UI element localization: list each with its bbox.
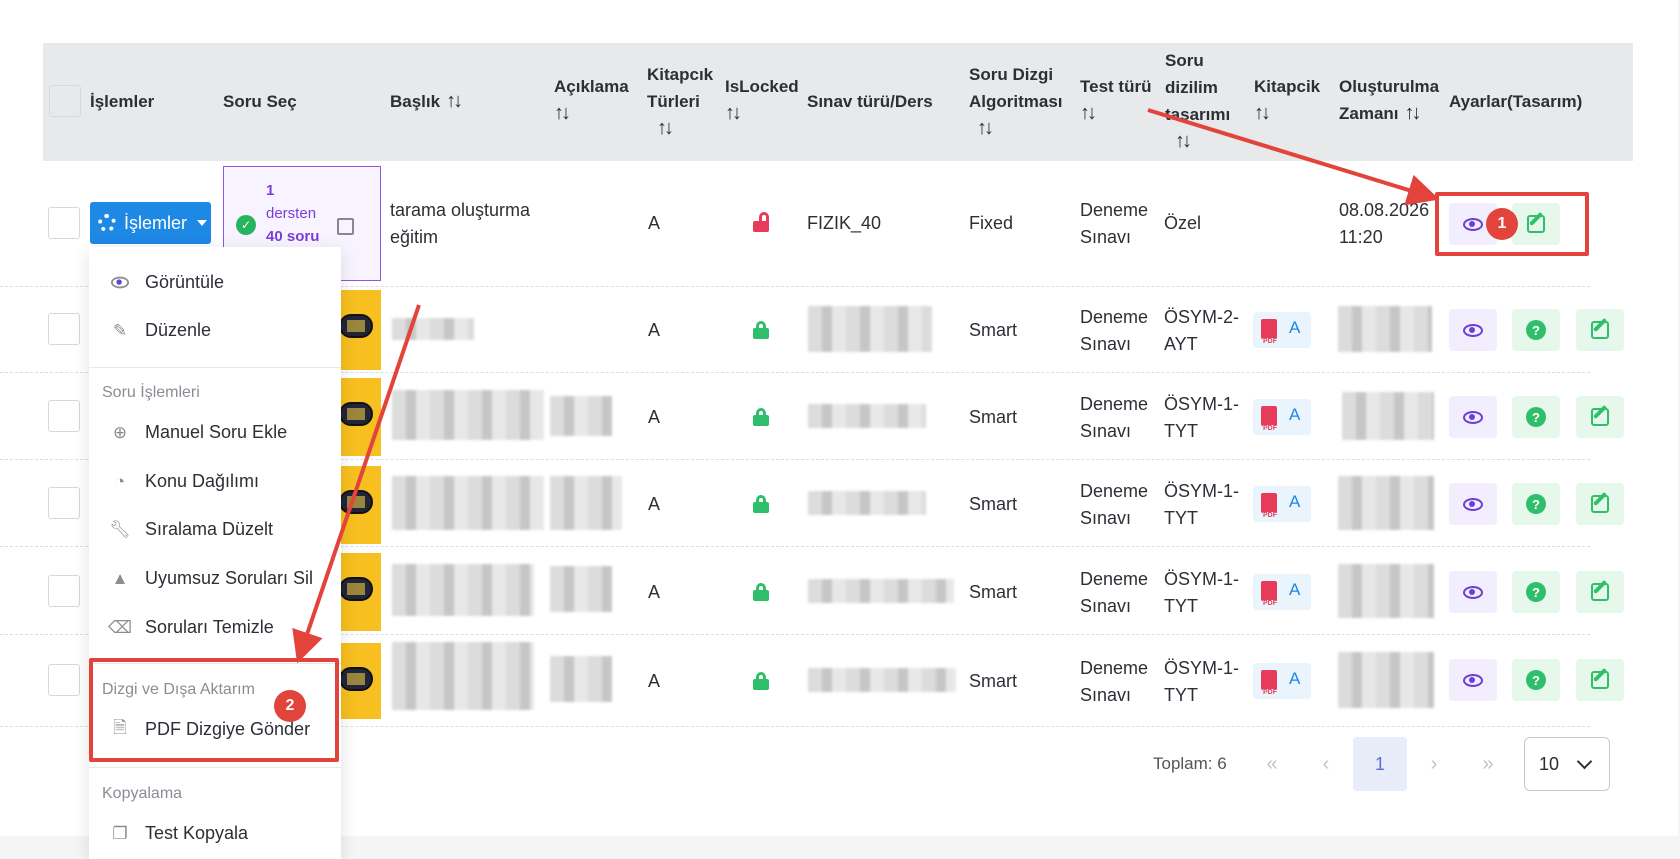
arrow-to-box-1	[1147, 108, 1440, 206]
arrow-to-box-2	[292, 304, 421, 664]
annotation-arrows	[292, 108, 1440, 664]
